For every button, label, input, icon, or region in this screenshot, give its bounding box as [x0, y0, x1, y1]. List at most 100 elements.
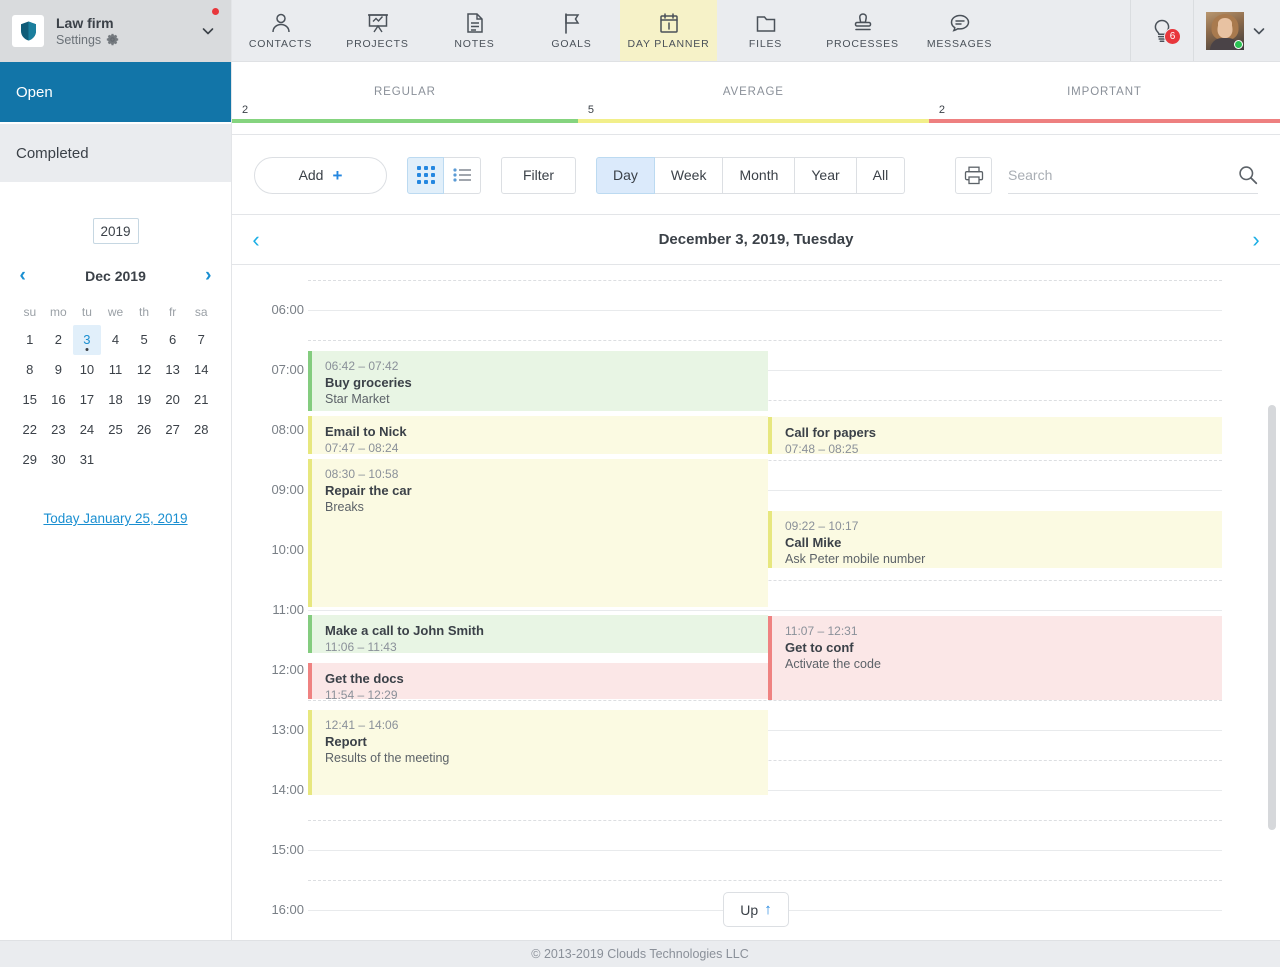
filter-button[interactable]: Filter	[501, 156, 576, 194]
event-block[interactable]: 12:41 – 14:06 Report Results of the meetin…	[308, 710, 768, 795]
time-label-1000: 10:00	[271, 542, 304, 557]
copyright-text: © 2013-2019 Clouds Technologies LLC	[531, 947, 749, 961]
prev-day-button[interactable]: ‹	[232, 228, 280, 251]
calendar-day-12[interactable]: 12	[130, 355, 159, 385]
calendar-day-29[interactable]: 29	[16, 445, 45, 475]
calendar-day-4[interactable]: 4	[101, 325, 130, 355]
vertical-scrollbar[interactable]	[1268, 405, 1276, 830]
tab-goals[interactable]: GOALS	[523, 0, 620, 61]
year-input[interactable]: 2019	[92, 218, 139, 244]
calendar-day-23[interactable]: 23	[44, 415, 73, 445]
time-label-1200: 12:00	[271, 662, 304, 677]
scroll-up-button[interactable]: Up ↑	[723, 892, 789, 927]
priority-labels: REGULAR AVERAGE IMPORTANT	[232, 62, 1280, 98]
range-selector-group: Day Week Month Year All	[596, 156, 906, 194]
calendar-dow-tu: tu	[81, 305, 92, 319]
calendar-day-24[interactable]: 24	[73, 415, 102, 445]
add-button[interactable]: Add +	[254, 156, 387, 194]
app-root: Law firm Settings Open Completed 2019 ‹ …	[0, 0, 1280, 967]
calendar-day-15[interactable]: 15	[16, 385, 45, 415]
tab-notes[interactable]: NOTES	[426, 0, 523, 61]
workspace-settings-label: Settings	[56, 32, 102, 47]
calendar-day-28[interactable]: 28	[187, 415, 216, 445]
calendar-day-7[interactable]: 7	[187, 325, 216, 355]
priority-label-average: AVERAGE	[722, 86, 784, 98]
event-time: 11:06 – 11:43	[325, 640, 397, 653]
calendar-day-14[interactable]: 14	[187, 355, 216, 385]
calendar-day-26[interactable]: 26	[130, 415, 159, 445]
event-block[interactable]: Email to Nick 07:47 – 08:24	[308, 416, 768, 454]
calendar-day-3[interactable]: 3	[72, 325, 102, 355]
calendar-day-13[interactable]: 13	[158, 355, 187, 385]
calendar-day-18[interactable]: 18	[101, 385, 130, 415]
event-block[interactable]: 08:30 – 10:58 Repair the car Breaks	[308, 459, 768, 607]
calendar-day-1[interactable]: 1	[16, 325, 45, 355]
half-hour-gridline	[308, 700, 1222, 701]
priority-count-regular: 2	[242, 104, 249, 116]
event-block[interactable]: Call for papers 07:48 – 08:25	[768, 417, 1222, 454]
search-box[interactable]	[1008, 157, 1258, 194]
list-view-button[interactable]	[444, 156, 481, 194]
calendar-day-5[interactable]: 5	[130, 325, 159, 355]
priority-track	[232, 119, 1280, 123]
chevron-down-icon	[202, 28, 214, 35]
range-button-year[interactable]: Year	[795, 156, 857, 194]
event-block[interactable]: 11:07 – 12:31 Get to conf Activate the cod…	[768, 616, 1222, 700]
tab-processes[interactable]: PROCESSES	[814, 0, 911, 61]
search-input[interactable]	[1008, 166, 1238, 183]
today-link[interactable]: Today January 25, 2019	[0, 511, 231, 526]
priority-label-important: IMPORTANT	[1067, 86, 1142, 98]
calendar-day-11[interactable]: 11	[101, 355, 130, 385]
next-day-button[interactable]: ›	[1232, 228, 1280, 251]
notifications-badge: 6	[1164, 27, 1181, 45]
calendar-day-21[interactable]: 21	[187, 385, 216, 415]
priority-count-important: 2	[938, 104, 946, 116]
calendar-day-9[interactable]: 9	[44, 355, 73, 385]
range-button-month[interactable]: Month	[723, 156, 796, 194]
calendar-day-8[interactable]: 8	[16, 355, 45, 385]
event-time: 07:48 – 08:25	[785, 442, 859, 454]
time-label-0700: 07:00	[271, 362, 304, 377]
sidebar: Law firm Settings Open Completed 2019 ‹ …	[0, 0, 232, 940]
event-time: 09:22 – 10:17	[785, 519, 859, 533]
calendar-next-month-icon[interactable]: ›	[205, 266, 211, 285]
tab-day-planner[interactable]: DAY PLANNER	[620, 0, 717, 61]
event-block[interactable]: Make a call to John Smith 11:06 – 11:43	[308, 615, 768, 653]
calendar-prev-month-icon[interactable]: ‹	[20, 266, 26, 285]
calendar-day-25[interactable]: 25	[101, 415, 130, 445]
calendar-day-10[interactable]: 10	[73, 355, 102, 385]
calendar-day-30[interactable]: 30	[44, 445, 73, 475]
user-menu[interactable]	[1193, 0, 1280, 61]
event-title: Repair the car	[325, 483, 412, 498]
tab-messages[interactable]: MESSAGES	[911, 0, 1008, 61]
range-button-all[interactable]: All	[856, 156, 906, 194]
sidebar-item-open[interactable]: Open	[0, 62, 231, 122]
sidebar-item-completed[interactable]: Completed	[0, 122, 231, 182]
range-button-day[interactable]: Day	[596, 156, 655, 194]
tab-projects[interactable]: PROJECTS	[329, 0, 426, 61]
tab-contacts[interactable]: CONTACTS	[232, 0, 329, 61]
priority-counts: 2 5 2	[232, 104, 1280, 116]
calendar-day-19[interactable]: 19	[130, 385, 159, 415]
calendar-day-27[interactable]: 27	[158, 415, 187, 445]
workspace-settings[interactable]: Settings	[56, 32, 201, 48]
search-icon[interactable]	[1238, 165, 1258, 185]
calendar-day-20[interactable]: 20	[158, 385, 187, 415]
event-block[interactable]: 09:22 – 10:17 Call Mike Ask Peter mobile n…	[768, 511, 1222, 568]
calendar-day-17[interactable]: 17	[73, 385, 102, 415]
stamp-icon	[854, 12, 871, 30]
calendar-day-6[interactable]: 6	[158, 325, 187, 355]
range-button-week[interactable]: Week	[654, 156, 724, 194]
calendar-day-22[interactable]: 22	[16, 415, 45, 445]
event-block[interactable]: 06:42 – 07:42 Buy groceries Star Market	[308, 351, 768, 411]
grid-view-button[interactable]	[407, 156, 444, 194]
event-block[interactable]: Get the docs 11:54 – 12:29	[308, 663, 768, 699]
calendar-day-2[interactable]: 2	[44, 325, 73, 355]
top-navigation: CONTACTS PROJECTS NOTES GOALS DAY PLANNER FIL…	[232, 0, 1280, 62]
workspace-selector[interactable]: Law firm Settings	[0, 0, 231, 62]
tab-files[interactable]: FILES	[717, 0, 814, 61]
calendar-day-31[interactable]: 31	[73, 445, 102, 475]
calendar-day-16[interactable]: 16	[44, 385, 73, 415]
print-button[interactable]	[955, 156, 992, 194]
notifications-button[interactable]: 6	[1131, 18, 1193, 45]
